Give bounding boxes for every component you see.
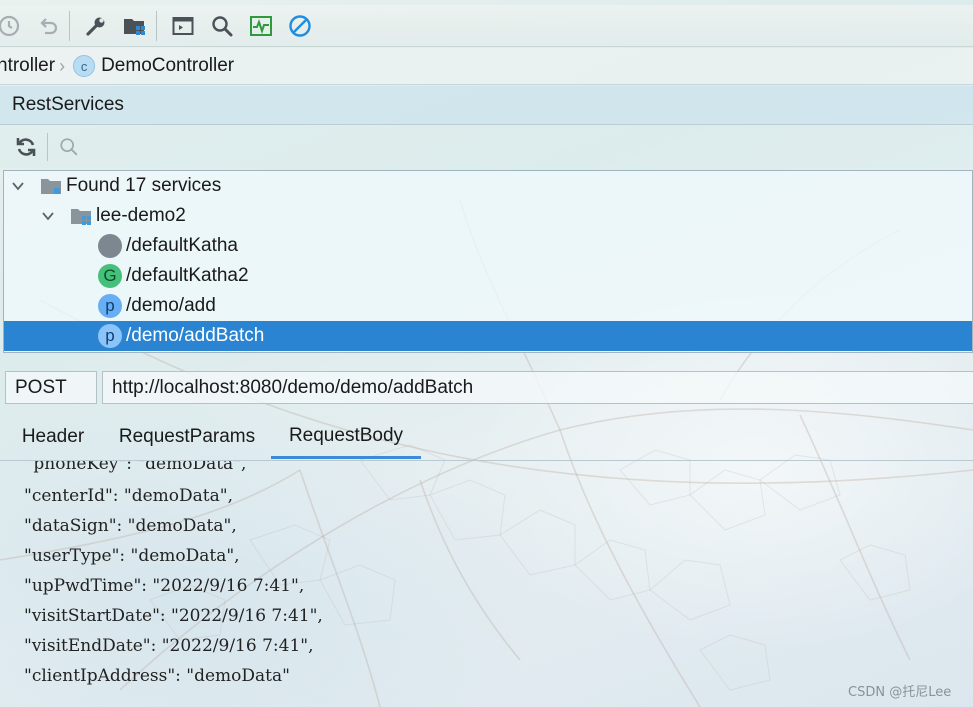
chevron-down-icon[interactable] [8, 176, 28, 196]
code-line: "userType": "demoData", [24, 546, 240, 566]
activity-monitor-icon[interactable] [244, 9, 278, 43]
request-body-editor[interactable]: phoneKey": "demoData", "centerId": "demo… [0, 461, 973, 707]
code-line: "dataSign": "demoData", [24, 516, 237, 536]
panel-toolbar [0, 126, 973, 168]
undo-icon[interactable] [31, 9, 65, 43]
wrench-icon[interactable] [79, 9, 113, 43]
tree-root-label: Found 17 services [66, 175, 222, 196]
search-icon[interactable] [205, 9, 239, 43]
search-icon[interactable] [52, 130, 86, 164]
service-tree: Found 17 services lee-demo2 /defaultKath… [3, 170, 973, 353]
code-line: "clientIpAddress": "demoData" [24, 666, 290, 686]
service-path: /demo/addBatch [126, 325, 265, 346]
code-line: "upPwdTime": "2022/9/16 7:41", [24, 576, 305, 596]
tab-label: Header [21, 426, 85, 447]
main-toolbar [0, 5, 973, 47]
tab-header[interactable]: Header [8, 415, 98, 459]
service-path: /defaultKatha [126, 235, 238, 256]
breadcrumb: ntroller › c DemoController [0, 48, 973, 85]
get-method-icon: G [98, 264, 122, 288]
code-line: phoneKey": "demoData", [28, 461, 247, 474]
tab-label: RequestParams [118, 426, 256, 447]
module-icon [70, 206, 92, 226]
panel-title: RestServices [12, 94, 124, 115]
folder-icon [40, 176, 62, 196]
project-structure-icon[interactable] [118, 9, 152, 43]
breadcrumb-current[interactable]: DemoController [101, 55, 234, 77]
post-method-icon: p [98, 324, 122, 348]
tree-item-service[interactable]: /defaultKatha [4, 231, 972, 261]
http-method-value: POST [15, 376, 67, 398]
request-tabs: Header RequestParams RequestBody [0, 415, 973, 462]
code-line: "visitStartDate": "2022/9/16 7:41", [24, 606, 323, 626]
breadcrumb-parent[interactable]: ntroller [0, 55, 55, 77]
history-icon[interactable] [0, 9, 26, 43]
service-path: /demo/add [126, 295, 216, 316]
method-badge-icon [98, 234, 122, 258]
url-field[interactable]: http://localhost:8080/demo/demo/addBatch [102, 371, 973, 404]
run-console-icon[interactable] [166, 9, 200, 43]
post-method-icon: p [98, 294, 122, 318]
code-line: "centerId": "demoData", [24, 486, 233, 506]
tree-root[interactable]: Found 17 services [4, 171, 972, 201]
tree-item-service[interactable]: G /defaultKatha2 [4, 261, 972, 291]
toolbar-separator [156, 10, 157, 41]
tree-item-service-selected[interactable]: p /demo/addBatch [4, 321, 972, 351]
toolbar-separator [69, 10, 70, 41]
tab-request-body[interactable]: RequestBody [271, 415, 421, 459]
tab-request-params[interactable]: RequestParams [108, 415, 266, 459]
refresh-icon[interactable] [9, 130, 43, 164]
tab-label: RequestBody [288, 424, 404, 446]
url-value: http://localhost:8080/demo/demo/addBatch [112, 376, 474, 398]
tree-module-label: lee-demo2 [96, 205, 186, 226]
toolbar-separator [47, 133, 48, 161]
code-line: "visitEndDate": "2022/9/16 7:41", [24, 636, 314, 656]
watermark: CSDN @托尼Lee [848, 685, 952, 700]
tree-module[interactable]: lee-demo2 [4, 201, 972, 231]
tree-item-service[interactable]: p /demo/add [4, 291, 972, 321]
chevron-down-icon[interactable] [38, 206, 58, 226]
panel-header: RestServices [0, 86, 973, 125]
service-path: /defaultKatha2 [126, 265, 249, 286]
cancel-icon[interactable] [283, 9, 317, 43]
http-method-field[interactable]: POST [5, 371, 97, 404]
breadcrumb-chevron-icon: › [59, 55, 66, 76]
class-icon: c [73, 55, 96, 77]
